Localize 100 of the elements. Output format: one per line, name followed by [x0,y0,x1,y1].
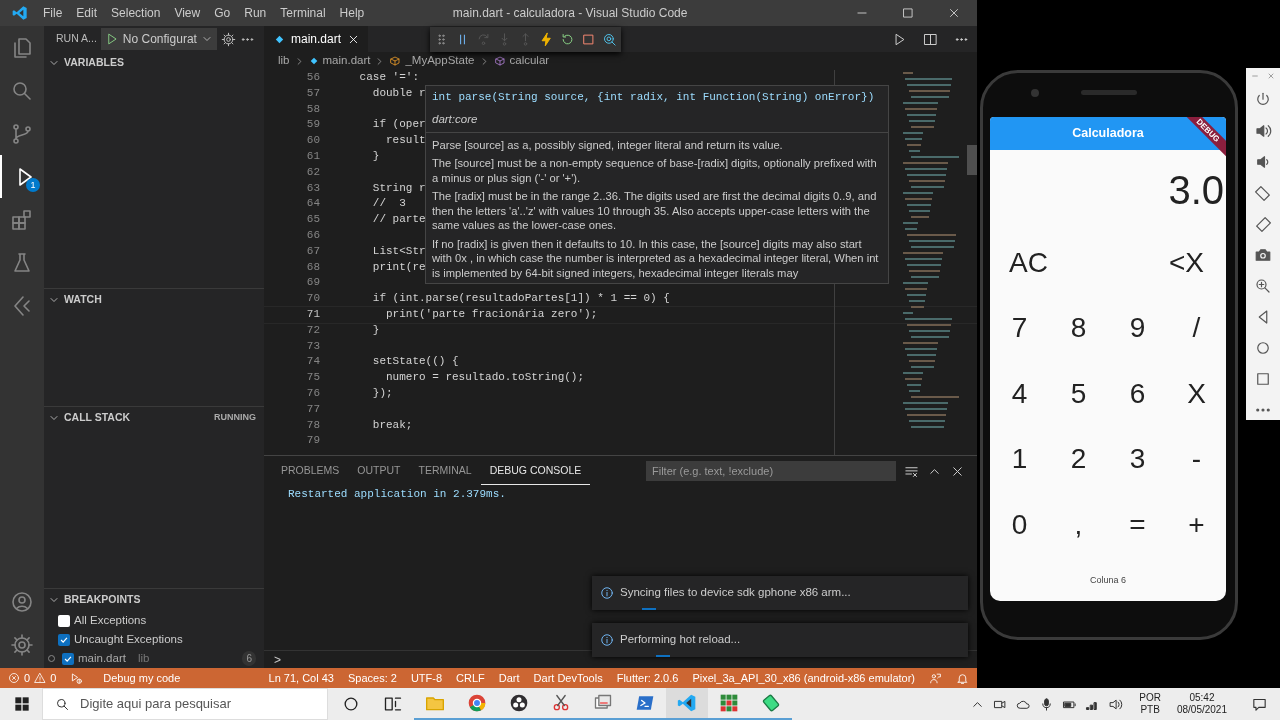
keypad-button[interactable]: <X [1168,241,1204,284]
section-header[interactable]: WATCH [64,292,102,308]
breadcrumb-item[interactable]: main.dart [322,52,371,70]
source-control-icon[interactable] [10,121,34,146]
keypad-button[interactable]: 5 [1049,372,1108,415]
bell-icon[interactable] [956,671,969,685]
status-item[interactable]: Spaces: 2 [347,669,397,687]
code-line: // 3 [371,197,406,210]
scrollbar-thumb[interactable] [967,145,977,175]
status-item[interactable]: Debug my code [103,669,181,687]
language-indicator[interactable]: POR [1139,692,1161,704]
section-header[interactable]: VARIABLES [64,55,124,71]
line-number: 79 [305,433,320,449]
keypad-button[interactable]: / [1167,307,1226,350]
keypad-button[interactable]: 4 [990,372,1049,415]
zoom-icon[interactable] [1254,276,1272,295]
menu-item[interactable]: File [36,4,70,22]
breadcrumb-item[interactable]: _MyAppState [405,52,475,70]
display-value: 3.0 [1168,168,1224,212]
keypad-button[interactable]: 8 [1049,307,1108,350]
breadcrumb-item[interactable]: calcular [509,52,550,70]
keypad-button[interactable]: 2 [1049,438,1108,481]
status-item[interactable]: UTF-8 [410,669,443,687]
checkbox[interactable] [62,652,74,665]
status-item[interactable]: Flutter: 2.0.6 [616,669,679,687]
clock-time[interactable]: 05:42 [1189,692,1215,704]
breakpoint-label[interactable]: All Exceptions [74,611,147,630]
panel-tab[interactable]: PROBLEMS [272,457,349,485]
status-item[interactable]: Ln 71, Col 43 [268,669,334,687]
menu-item[interactable]: Edit [69,4,105,22]
progress-indicator [656,655,670,657]
keypad-button[interactable]: 9 [1108,307,1167,350]
keyboard-layout[interactable]: PTB [1140,704,1160,716]
restart-icon[interactable] [560,32,575,47]
menu-item[interactable]: Run [237,4,274,22]
line-number: 60 [305,133,320,149]
search-field[interactable]: Digite aqui para pesquisar [42,688,328,720]
status-item[interactable]: Dart DevTools [533,669,603,687]
section-header[interactable]: CALL STACK [64,410,131,426]
feedback-icon[interactable] [929,671,942,685]
keypad-button[interactable]: 1 [990,438,1049,481]
configuration-dropdown[interactable]: No Configurat [100,28,217,50]
status-item[interactable]: Dart [498,669,520,687]
split-editor-icon[interactable] [923,31,938,47]
warning-count[interactable]: 0 [50,669,57,687]
menu-item[interactable]: Help [332,4,372,22]
code-editor-icon[interactable] [677,693,697,713]
keypad-button[interactable]: , [1049,503,1108,546]
filter-field[interactable]: Filter (e.g. text, !exclude) [646,461,896,481]
menu-item[interactable]: Selection [104,4,168,22]
panel-title: RUN A... [56,31,97,47]
keypad-button[interactable]: + [1167,503,1226,546]
search-placeholder: Digite aqui para pesquisar [80,695,232,714]
section-header[interactable]: BREAKPOINTS [64,592,141,608]
panel-tab[interactable]: TERMINAL [409,457,481,485]
editor-tab[interactable]: main.dart [264,26,369,52]
checkbox[interactable] [58,633,70,646]
warning-icon[interactable] [34,672,47,684]
browser-icon[interactable] [467,693,487,713]
keypad-button[interactable]: AC [1009,241,1048,284]
breadcrumb-item[interactable]: lib [278,52,290,70]
menu-item[interactable]: Terminal [273,4,333,22]
error-icon[interactable] [8,672,20,684]
extensions-icon[interactable] [10,207,34,232]
grid-icon[interactable] [719,693,739,713]
panel-tab[interactable]: DEBUG CONSOLE [480,457,591,485]
keypad-button[interactable]: 7 [990,307,1049,350]
panel-tab[interactable]: OUTPUT [348,457,410,485]
terminal-icon[interactable] [635,693,655,713]
record-icon[interactable] [509,693,529,713]
line-number: 64 [305,196,320,212]
keypad-button[interactable]: X [1167,372,1226,415]
keypad-button[interactable]: 6 [1108,372,1167,415]
settings-icon[interactable] [220,31,236,47]
rotate-right-icon[interactable] [1254,214,1272,233]
status-item[interactable]: CRLF [456,669,485,687]
breakpoint-label[interactable]: main.dart [78,649,126,668]
error-count[interactable]: 0 [24,669,31,687]
app-title: Calculadora [1072,125,1144,143]
scissors-icon[interactable] [551,693,571,713]
debug-icon[interactable] [70,671,84,685]
keypad-button[interactable]: 0 [990,503,1049,546]
lightning-icon[interactable] [539,32,554,47]
menu-item[interactable]: Go [207,4,238,22]
status-item[interactable]: Pixel_3a_API_30_x86 (android-x86 emulator) [692,669,915,687]
keypad-button[interactable]: 3 [1108,438,1167,481]
settings-icon[interactable] [10,632,34,657]
stop-icon[interactable] [581,32,596,47]
checkbox[interactable] [58,614,70,627]
start-icon[interactable] [14,696,30,712]
keypad-button[interactable]: - [1167,438,1226,481]
line-number: 72 [305,322,320,338]
menu-item[interactable]: View [167,4,208,22]
inspector-icon[interactable] [602,32,617,47]
rotate-left-icon[interactable] [1254,183,1272,202]
account-icon[interactable] [10,589,34,614]
code-line: }); [371,386,393,399]
breakpoint-label[interactable]: Uncaught Exceptions [74,630,183,649]
clock-date[interactable]: 08/05/2021 [1176,704,1227,716]
keypad-button[interactable]: = [1108,503,1167,546]
